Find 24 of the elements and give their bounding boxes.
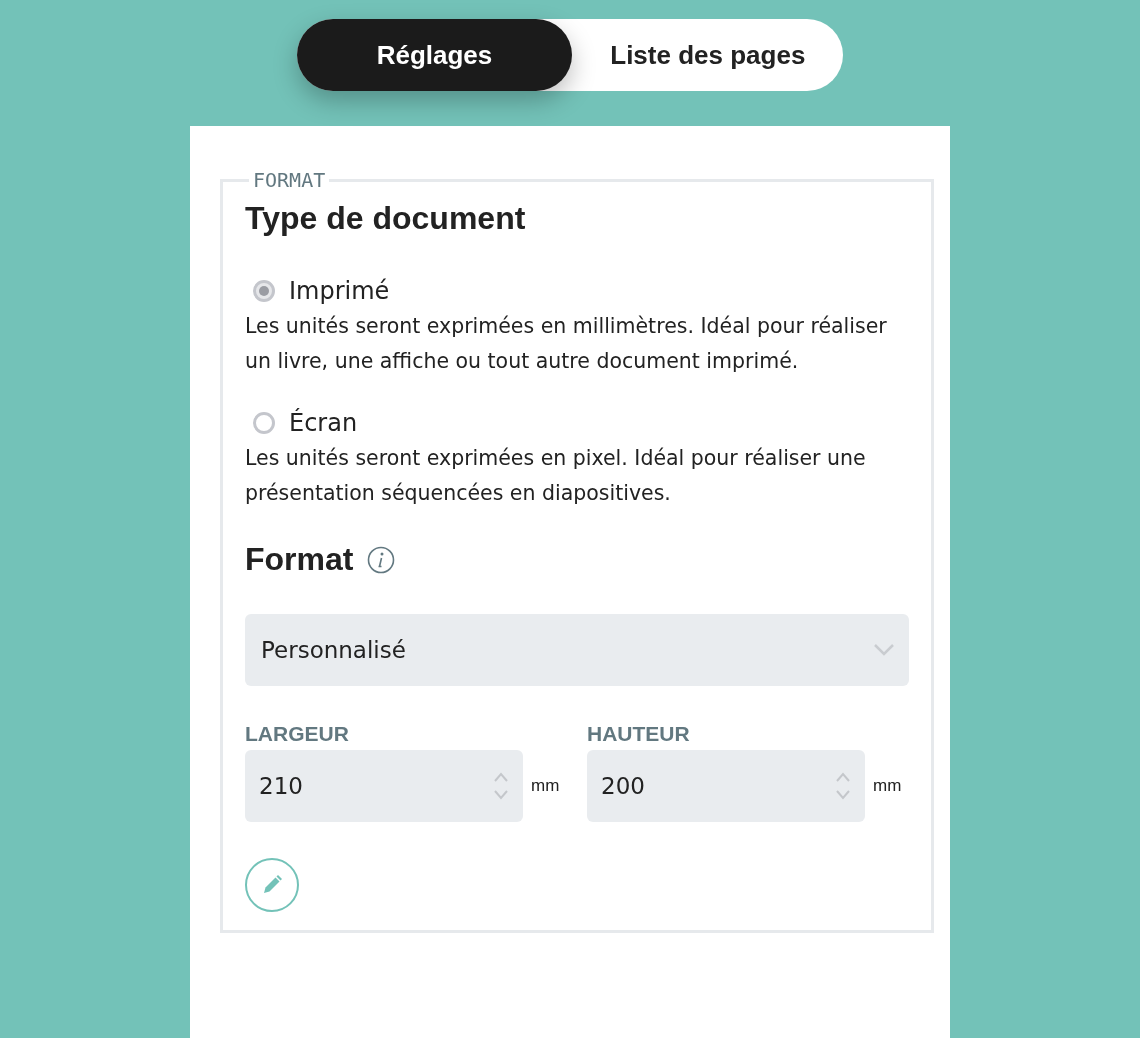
chevron-down-icon (873, 643, 895, 657)
pencil-icon (261, 874, 283, 896)
tab[interactable]: Liste des pages (572, 19, 844, 91)
option-description: Les unités seront exprimées en pixel. Idéal pour réaliser une présentation séquencées en diapositives. (245, 445, 867, 507)
field-label: LARGEUR (245, 722, 350, 746)
radio-button[interactable] (253, 412, 275, 434)
radio-label[interactable]: Écran (289, 409, 358, 437)
radio-button[interactable] (253, 280, 275, 302)
edit-button[interactable] (245, 858, 299, 912)
stepper-icon[interactable] (835, 771, 851, 801)
unit-label: mm (531, 776, 561, 796)
tab[interactable]: Réglages (296, 19, 573, 91)
unit-label: mm (873, 776, 903, 796)
number-field[interactable]: 200 (587, 750, 865, 822)
number-field[interactable]: 210 (245, 750, 523, 822)
option-description: Les unités seront exprimées en millimètres. Idéal pour réaliser un livre, une affiche ou tout autre document imprimé. (245, 313, 888, 375)
fieldset-legend: FORMAT (249, 168, 330, 192)
format-select[interactable]: Personnalisé (245, 614, 909, 686)
section-heading: Type de document (245, 200, 527, 237)
field-label: HAUTEUR (587, 722, 691, 746)
format-heading: Format (245, 541, 354, 578)
info-icon[interactable] (367, 545, 396, 574)
stepper-icon[interactable] (493, 771, 509, 801)
radio-label[interactable]: Imprimé (289, 277, 390, 305)
